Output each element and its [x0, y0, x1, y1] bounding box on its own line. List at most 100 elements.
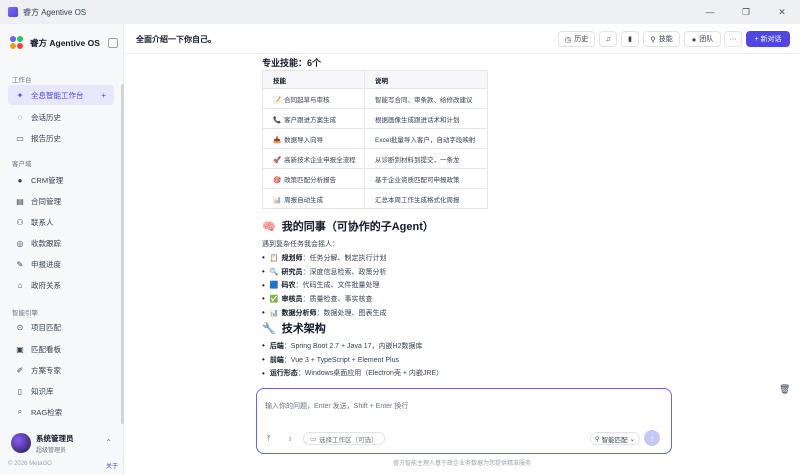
sidebar-item-payment[interactable]: ◎ 收款跟踪	[8, 233, 114, 253]
role-name: 审核员	[281, 295, 303, 303]
list-item: 后端：Spring Boot 2.7 + Java 17，内嵌H2数据库	[262, 339, 443, 353]
sidebar-item-label: CRM管理	[31, 175, 64, 185]
colleagues-list: 📋规划师：任务分解、制定执行计划 🔍研究员：深度信息检索、政策分析 🟦码农：代码…	[262, 251, 387, 319]
skill-desc: Excel批量导入客户，自动字段映射	[364, 128, 488, 149]
stats-button[interactable]: ▮	[621, 31, 639, 47]
user-profile[interactable]: 系统管理员 超级管理员 ⌃	[0, 428, 124, 458]
window-titlebar: 睿方 Agentive OS — ❐ ✕	[0, 0, 800, 24]
skills-button[interactable]: ⚲ 技能	[643, 31, 680, 47]
sidebar-item-rag[interactable]: ⌕ RAG检索	[8, 402, 114, 422]
role-desc: ：代码生成、文件批量处理	[295, 282, 380, 290]
arch-key: 后端	[269, 342, 284, 350]
close-icon[interactable]: ✕	[764, 0, 800, 24]
about-link[interactable]: 关于	[106, 461, 118, 470]
maximize-icon[interactable]: ❐	[728, 0, 764, 24]
role-desc: ：任务分解、制定执行计划	[302, 254, 387, 262]
section-engine: 智能引擎	[12, 310, 38, 317]
skill-name: 合同起草与审核	[284, 96, 330, 104]
section-workspace: 工作台	[12, 77, 32, 84]
chat-input-box[interactable]: 输入你的问题，Enter 发送，Shift + Enter 换行 ⤒ ♁ ▭ 选…	[256, 388, 672, 454]
person-icon: ●	[691, 34, 697, 44]
list-item: 🟦码农：代码生成、文件批量处理	[262, 278, 387, 292]
sidebar-item-match-board[interactable]: ▣ 匹配看板	[8, 339, 114, 359]
sidebar-item-label: 知识库	[31, 386, 54, 396]
arch-value: ：Spring Boot 2.7 + Java 17，内嵌H2数据库	[283, 342, 423, 350]
sidebar-item-government[interactable]: ⌂ 政府关系	[8, 275, 114, 295]
smart-match-select[interactable]: ⚲ 智能匹配 ⌄	[590, 432, 640, 445]
sidebar-item-label: 合同管理	[31, 196, 61, 206]
workspace-select[interactable]: ▭ 选择工作区（可选）	[303, 432, 385, 445]
send-button[interactable]: ↑	[644, 430, 660, 446]
add-icon[interactable]: +	[101, 91, 106, 100]
list-item: 📊数据分析师：数据处理、图表生成	[262, 306, 387, 320]
sidebar: 睿方 Agentive OS 工作台 ✦ 全息智能工作台 + ◌ 会话历史 ▭ …	[0, 24, 124, 475]
team-button[interactable]: ● 团队	[684, 31, 721, 47]
sidebar-item-label: 报告历史	[31, 133, 61, 143]
skill-name: 政策匹配分析报告	[284, 176, 337, 184]
payment-icon: ◎	[16, 238, 24, 248]
role-name: 规划师	[281, 254, 303, 262]
sidebar-item-knowledge[interactable]: ▯ 知识库	[8, 381, 114, 401]
skills-label: 技能	[658, 36, 673, 43]
person-icon: ●	[17, 175, 23, 185]
check-icon: ✅	[269, 295, 279, 303]
minimize-icon[interactable]: —	[692, 0, 728, 24]
sidebar-item-contract[interactable]: ▤ 合同管理	[8, 191, 114, 211]
skill-desc: 汇总本周工作生成格式化周报	[364, 188, 488, 209]
table-header-row: 技能 说明	[262, 70, 488, 89]
wrench-icon: 🔧	[262, 322, 276, 335]
list-item: ✅审核员：质量检查、事实核查	[262, 292, 387, 306]
role-name: 码农	[281, 282, 296, 290]
role-name: 数据分析师	[281, 309, 317, 317]
skill-desc: 智能写合同、审条款、给修改建议	[364, 88, 488, 109]
contract-icon: ▤	[16, 196, 24, 206]
app-icon	[8, 7, 18, 17]
user-name: 系统管理员	[36, 433, 74, 443]
sidebar-item-label: 联系人	[31, 217, 54, 227]
history-label: 历史	[574, 36, 589, 43]
sidebar-item-label: 匹配看板	[31, 344, 61, 354]
skills-table: 技能 说明 📝 合同起草与审核 智能写合同、审条款、给修改建议 📞 客户跟进方案生成…	[262, 70, 488, 209]
sidebar-item-workbench[interactable]: ✦ 全息智能工作台 +	[8, 85, 114, 105]
colleagues-heading-text: 我的同事（可协作的子Agent）	[281, 221, 434, 233]
collapse-sidebar-icon[interactable]	[108, 38, 118, 48]
more-button[interactable]: ···	[724, 31, 742, 47]
upload-icon[interactable]: ⤒	[267, 434, 271, 444]
list-item: 前端：Vue 3 + TypeScript + Element Plus	[262, 353, 443, 367]
sidebar-item-report-history[interactable]: ▭ 报告历史	[8, 128, 114, 148]
target-icon: 🎯	[273, 176, 282, 184]
sidebar-item-crm[interactable]: ● CRM管理	[8, 170, 114, 190]
more-icon: ···	[729, 35, 737, 43]
avatar	[11, 433, 31, 453]
sidebar-item-progress[interactable]: ✎ 申报进度	[8, 254, 114, 274]
document-icon: ▭	[16, 133, 24, 143]
table-row: 📝 合同起草与审核 智能写合同、审条款、给修改建议	[262, 88, 488, 109]
skill-name: 客户跟进方案生成	[284, 116, 337, 124]
history-button[interactable]: ◷ 历史	[558, 31, 595, 47]
user-role: 超级管理员	[36, 447, 67, 454]
new-chat-button[interactable]: + 新对话	[746, 31, 790, 47]
sidebar-item-expert[interactable]: ✐ 方案专家	[8, 360, 114, 380]
arch-key: 前端	[269, 356, 284, 364]
sidebar-item-contacts[interactable]: ⚇ 联系人	[8, 212, 114, 232]
arrow-up-icon: ↑	[650, 433, 654, 443]
sidebar-item-label: 申报进度	[31, 259, 61, 269]
trash-icon[interactable]: 🗑	[779, 384, 790, 395]
microphone-icon[interactable]: ♁	[287, 434, 293, 443]
sidebar-item-chat-history[interactable]: ◌ 会话历史	[8, 107, 114, 127]
sidebar-item-label: 政府关系	[31, 280, 61, 290]
arch-heading: 🔧 技术架构	[262, 320, 326, 336]
chevron-up-icon[interactable]: ⌃	[105, 438, 112, 447]
chat-input[interactable]: 输入你的问题，Enter 发送，Shift + Enter 换行	[265, 401, 408, 411]
top-header: 全面介绍一下你自己。 ◷ 历史 ♫ ▮ ⚲ 技能 ● 团队 ··· + 新对话	[124, 24, 800, 54]
notification-button[interactable]: ♫	[599, 31, 617, 47]
expert-icon: ✐	[16, 365, 24, 375]
sidebar-item-project-match[interactable]: ⊙ 项目匹配	[8, 317, 114, 337]
inbox-icon: 📥	[273, 136, 282, 144]
arch-value: ：Vue 3 + TypeScript + Element Plus	[283, 356, 399, 364]
board-icon: ▣	[16, 344, 24, 354]
table-row: 📊 周报自动生成 汇总本周工作生成格式化周报	[262, 188, 488, 209]
chat-main: 专业技能：6个 技能 说明 📝 合同起草与审核 智能写合同、审条款、给修改建议 📞…	[124, 54, 800, 475]
sidebar-footer: © 2026 MetaGO 关于	[8, 461, 118, 470]
list-item: 🔍研究员：深度信息检索、政策分析	[262, 265, 387, 279]
